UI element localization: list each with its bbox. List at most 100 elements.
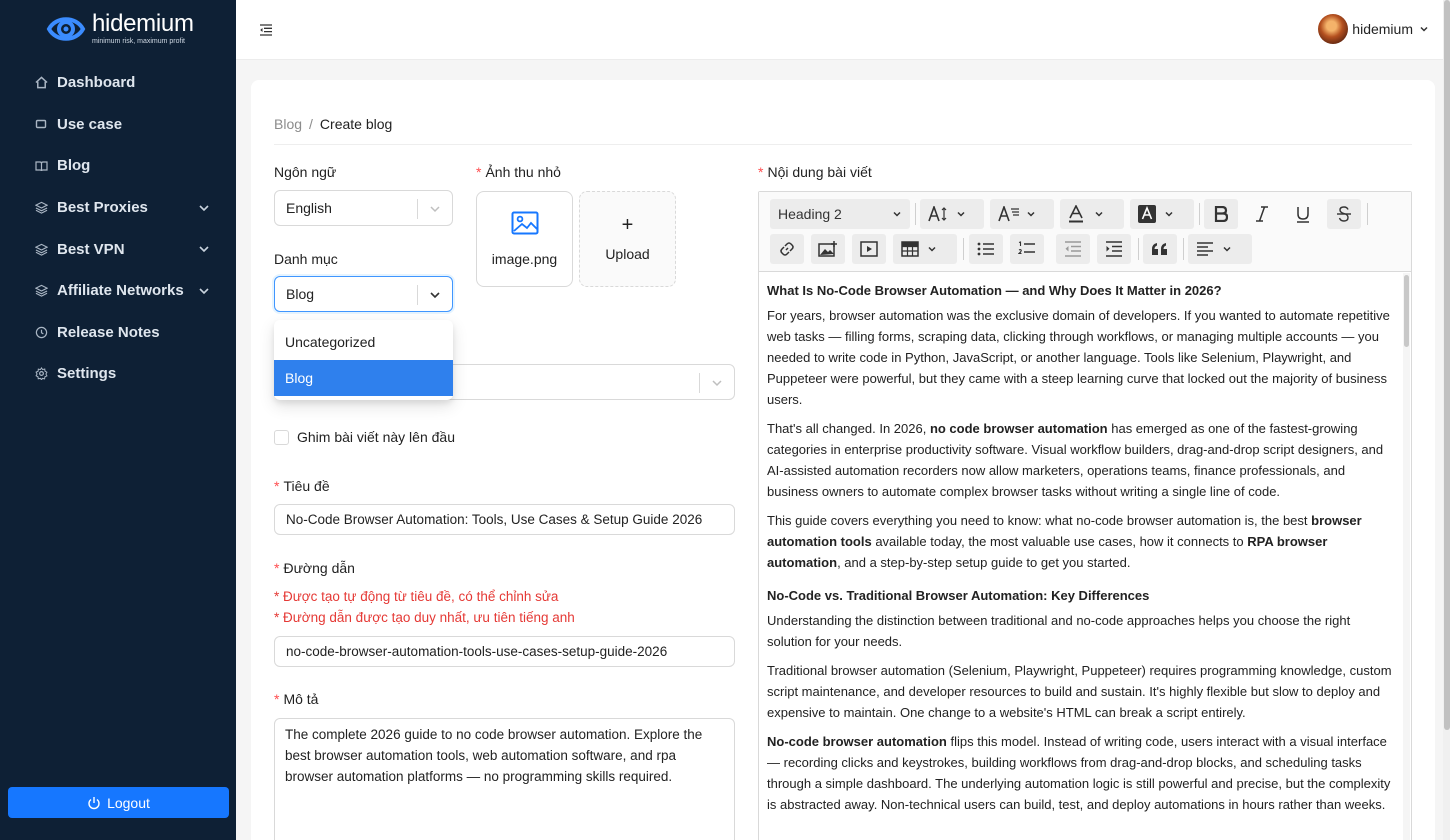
- insert-table-dropdown[interactable]: [893, 234, 957, 264]
- quote-icon: [1152, 243, 1167, 255]
- editor-scrollbar[interactable]: [1403, 273, 1410, 840]
- line-height-dropdown[interactable]: [990, 199, 1054, 229]
- breadcrumb-separator: /: [309, 116, 313, 132]
- sidebar-item-use-case[interactable]: Use case: [0, 104, 236, 146]
- sidebar-item-dashboard[interactable]: Dashboard: [0, 62, 236, 104]
- brand-tagline: minimum risk, maximum profit: [92, 38, 185, 45]
- link-button[interactable]: [770, 234, 804, 264]
- sidebar-item-release-notes[interactable]: Release Notes: [0, 312, 236, 354]
- title-label-text: Tiêu đề: [283, 478, 330, 494]
- sidebar-item-label: Affiliate Networks: [57, 282, 184, 300]
- brand-logo[interactable]: hidemium minimum risk, maximum profit: [46, 12, 194, 46]
- link-icon: [780, 242, 794, 256]
- blockquote-button[interactable]: [1143, 234, 1177, 264]
- category-select[interactable]: Blog: [274, 276, 453, 312]
- bullet-list-button[interactable]: [969, 234, 1003, 264]
- content-paragraph: This guide covers everything you need to…: [767, 510, 1397, 573]
- indent-button[interactable]: [1097, 234, 1131, 264]
- sidebar-item-label: Release Notes: [57, 323, 160, 341]
- category-value: Blog: [286, 286, 315, 302]
- underline-button[interactable]: [1286, 199, 1320, 229]
- content-paragraph: No-code browser automation flips this mo…: [767, 731, 1397, 815]
- insert-image-icon: [818, 241, 837, 257]
- sidebar-item-blog[interactable]: Blog: [0, 145, 236, 187]
- image-icon: [511, 211, 538, 235]
- sidebar-item-label: Settings: [57, 365, 117, 383]
- sidebar-item-best-proxies[interactable]: Best Proxies: [0, 187, 236, 229]
- editor-scrollbar-thumb[interactable]: [1404, 275, 1409, 347]
- toolbar-separator: [1138, 238, 1139, 260]
- page-scrollbar[interactable]: [1443, 0, 1450, 840]
- book-icon: [34, 159, 48, 173]
- plus-icon: +: [621, 214, 634, 236]
- bold-button[interactable]: [1204, 199, 1238, 229]
- menu-collapse-icon[interactable]: [258, 22, 274, 38]
- language-label: Ngôn ngữ: [274, 164, 337, 180]
- clock-icon: [34, 325, 48, 339]
- text-color-dropdown[interactable]: [1060, 199, 1124, 229]
- underline-icon: [1297, 206, 1309, 223]
- text-run: That's all changed. In 2026,: [767, 421, 930, 436]
- font-size-icon: [928, 206, 947, 222]
- content-paragraph: For years, browser automation was the ex…: [767, 308, 1390, 407]
- background-color-dropdown[interactable]: [1130, 199, 1194, 229]
- bullet-list-icon: [977, 242, 994, 256]
- video-icon: [860, 241, 878, 257]
- strikethrough-icon: [1337, 206, 1351, 222]
- table-icon: [901, 241, 919, 257]
- toolbar-separator: [915, 203, 916, 225]
- description-textarea[interactable]: The complete 2026 guide to no code brows…: [274, 718, 735, 840]
- slug-input[interactable]: no-code-browser-automation-tools-use-cas…: [274, 636, 735, 667]
- page-scrollbar-thumb[interactable]: [1444, 0, 1450, 730]
- font-size-dropdown[interactable]: [920, 199, 984, 229]
- select-separator: [417, 285, 418, 305]
- toolbar-separator: [1199, 203, 1200, 225]
- sidebar-item-label: Best Proxies: [57, 199, 148, 217]
- font-family-icon: [998, 206, 1019, 222]
- avatar: [1318, 14, 1349, 44]
- logout-button[interactable]: Logout: [8, 787, 229, 818]
- slug-hint-auto: * Được tạo tự động từ tiêu đề, có thể ch…: [274, 589, 559, 604]
- italic-button[interactable]: [1245, 199, 1279, 229]
- sidebar-item-settings[interactable]: Settings: [0, 353, 236, 395]
- chevron-down-icon: [199, 288, 209, 294]
- sidebar-item-affiliate-networks[interactable]: Affiliate Networks: [0, 270, 236, 312]
- required-mark: *: [274, 691, 280, 707]
- thumbnail-preview[interactable]: image.png: [476, 191, 573, 287]
- chevron-down-icon: [712, 380, 722, 387]
- align-dropdown[interactable]: [1188, 234, 1252, 264]
- select-separator: [699, 373, 700, 393]
- pin-label: Ghim bài viết này lên đầu: [297, 429, 455, 445]
- description-label: * Mô tả: [274, 691, 318, 707]
- breadcrumb-blog-link[interactable]: Blog: [274, 116, 302, 132]
- outdent-icon: [1065, 241, 1081, 257]
- power-icon: [88, 796, 100, 809]
- outdent-button[interactable]: [1056, 234, 1090, 264]
- numbered-list-button[interactable]: [1010, 234, 1044, 264]
- sidebar-menu: Dashboard Use case Blog Best Proxies Bes…: [0, 62, 236, 395]
- content-paragraph: Traditional browser automation (Selenium…: [767, 663, 1392, 720]
- category-option-blog[interactable]: Blog: [274, 360, 453, 396]
- language-select[interactable]: English: [274, 190, 453, 226]
- insert-image-button[interactable]: [811, 234, 845, 264]
- upload-button[interactable]: + Upload: [579, 191, 676, 287]
- strikethrough-button[interactable]: [1327, 199, 1361, 229]
- editor-content[interactable]: What Is No-Code Browser Automation — and…: [767, 280, 1397, 823]
- title-input[interactable]: No-Code Browser Automation: Tools, Use C…: [274, 504, 735, 535]
- layers-icon: [34, 242, 48, 256]
- category-option-uncategorized[interactable]: Uncategorized: [274, 324, 453, 360]
- chevron-down-icon: [1223, 246, 1231, 252]
- chevron-down-icon: [1095, 211, 1103, 217]
- content-heading: No-Code vs. Traditional Browser Automati…: [767, 588, 1150, 603]
- sidebar-item-best-vpn[interactable]: Best VPN: [0, 228, 236, 270]
- user-menu[interactable]: hidemium: [1318, 14, 1429, 44]
- chevron-down-icon: [893, 211, 901, 217]
- font-color-icon: [1069, 205, 1083, 223]
- insert-video-button[interactable]: [852, 234, 886, 264]
- required-mark: *: [274, 560, 280, 576]
- pin-checkbox[interactable]: [274, 430, 289, 445]
- block-format-dropdown[interactable]: Heading 2: [770, 199, 910, 229]
- logout-label: Logout: [107, 794, 150, 811]
- brand-name: hidemium: [92, 10, 194, 37]
- sidebar-item-label: Use case: [57, 115, 123, 133]
